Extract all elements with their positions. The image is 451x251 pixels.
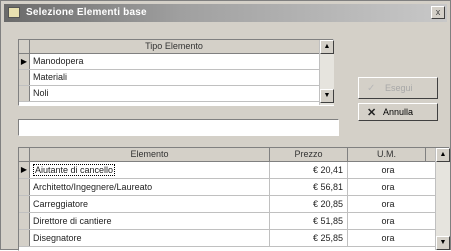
types-rows: ▶ Manodopera Materiali Noli [19,54,319,102]
row-indicator [19,179,30,195]
element-name-text: Disegnatore [33,233,82,243]
element-name-text: Architetto/Ingegnere/Laureato [33,182,153,192]
elements-grid[interactable]: Elemento Prezzo U.M. ▶ Aiutante di cancel… [18,147,450,251]
column-divider [347,230,348,246]
current-row-indicator-icon: ▶ [19,162,30,178]
column-header-price[interactable]: Prezzo [270,148,348,161]
element-name-text: Carreggiatore [33,199,89,209]
types-scroll-up-icon[interactable]: ▲ [320,40,334,54]
element-types-grid[interactable]: Tipo Elemento ▶ Manodopera Materiali Noli ▲… [18,39,334,106]
element-name-cell: Architetto/Ingegnere/Laureato [33,182,263,192]
types-row-label: Noli [33,88,49,98]
current-row-indicator-icon: ▶ [19,54,30,69]
element-price-cell: € 20,85 [312,199,343,209]
elements-row[interactable]: Carreggiatore € 20,85 ora [19,196,435,213]
row-indicator [19,213,30,229]
window-title: Selezione Elementi base [26,7,147,18]
row-indicator [19,70,30,85]
app-icon [8,7,20,18]
cancel-button-label: Annulla [383,107,414,117]
elements-scroll-up-icon[interactable]: ▲ [436,148,450,162]
elements-row[interactable]: Disegnatore € 25,85 ora [19,230,435,247]
row-indicator [19,86,30,101]
element-price-cell: € 56,81 [312,182,343,192]
element-name-cell: Direttore di cantiere [33,216,263,226]
types-row[interactable]: ▶ Manodopera [19,54,319,70]
elements-header: Elemento Prezzo U.M. [19,148,435,162]
types-row[interactable]: Noli [19,86,319,102]
column-header-um[interactable]: U.M. [348,148,426,161]
elements-row[interactable]: Architetto/Ingegnere/Laureato € 56,81 ora [19,179,435,196]
cancel-button[interactable]: ✕ Annulla [358,103,438,121]
column-header-name[interactable]: Elemento [30,148,270,161]
element-price-cell: € 51,85 [312,216,343,226]
ok-button[interactable]: ✓ Esegui [358,77,438,99]
elements-row[interactable]: ▶ Aiutante di cancello € 20,41 ora [19,162,435,179]
element-price-cell: € 20,41 [312,165,343,175]
elements-row[interactable]: Direttore di cantiere € 51,85 ora [19,213,435,230]
element-um-cell: ora [381,165,395,175]
element-um-cell: ora [381,199,395,209]
element-um-cell: ora [381,216,395,226]
types-row-label: Manodopera [33,56,84,66]
types-scrollbar[interactable]: ▲ ▼ [319,40,334,105]
types-header-indicator [19,40,30,53]
column-divider [347,213,348,229]
elements-rows: ▶ Aiutante di cancello € 20,41 ora Architett… [19,162,435,247]
types-row[interactable]: Materiali [19,70,319,86]
cancel-x-icon: ✕ [367,107,377,119]
element-name-cell: Disegnatore [33,233,263,243]
element-price-cell: € 25,85 [312,233,343,243]
element-name-text: Aiutante di cancello [33,164,116,176]
types-header-label: Tipo Elemento [145,41,203,51]
row-indicator [19,196,30,212]
selection-dialog: Selezione Elementi base x Tipo Elemento … [0,0,451,251]
elements-scroll-down-icon[interactable]: ▼ [436,236,450,250]
element-um-cell: ora [381,233,395,243]
elements-header-indicator [19,148,30,161]
close-button[interactable]: x [431,6,445,19]
types-row-label: Materiali [33,72,68,82]
column-divider [347,179,348,195]
title-bar: Selezione Elementi base x [4,4,447,22]
element-name-cell: Carreggiatore [33,199,263,209]
filter-input[interactable] [18,119,339,136]
types-header: Tipo Elemento [19,40,319,54]
column-divider [347,162,348,178]
types-scroll-down-icon[interactable]: ▼ [320,89,334,103]
element-um-cell: ora [381,182,395,192]
elements-scrollbar[interactable]: ▲ ▼ [435,148,450,250]
row-indicator [19,230,30,246]
checkmark-icon: ✓ [367,83,376,94]
element-name-text: Direttore di cantiere [33,216,112,226]
ok-button-label: Esegui [385,83,413,93]
element-name-cell: Aiutante di cancello [33,164,263,176]
column-divider [347,196,348,212]
